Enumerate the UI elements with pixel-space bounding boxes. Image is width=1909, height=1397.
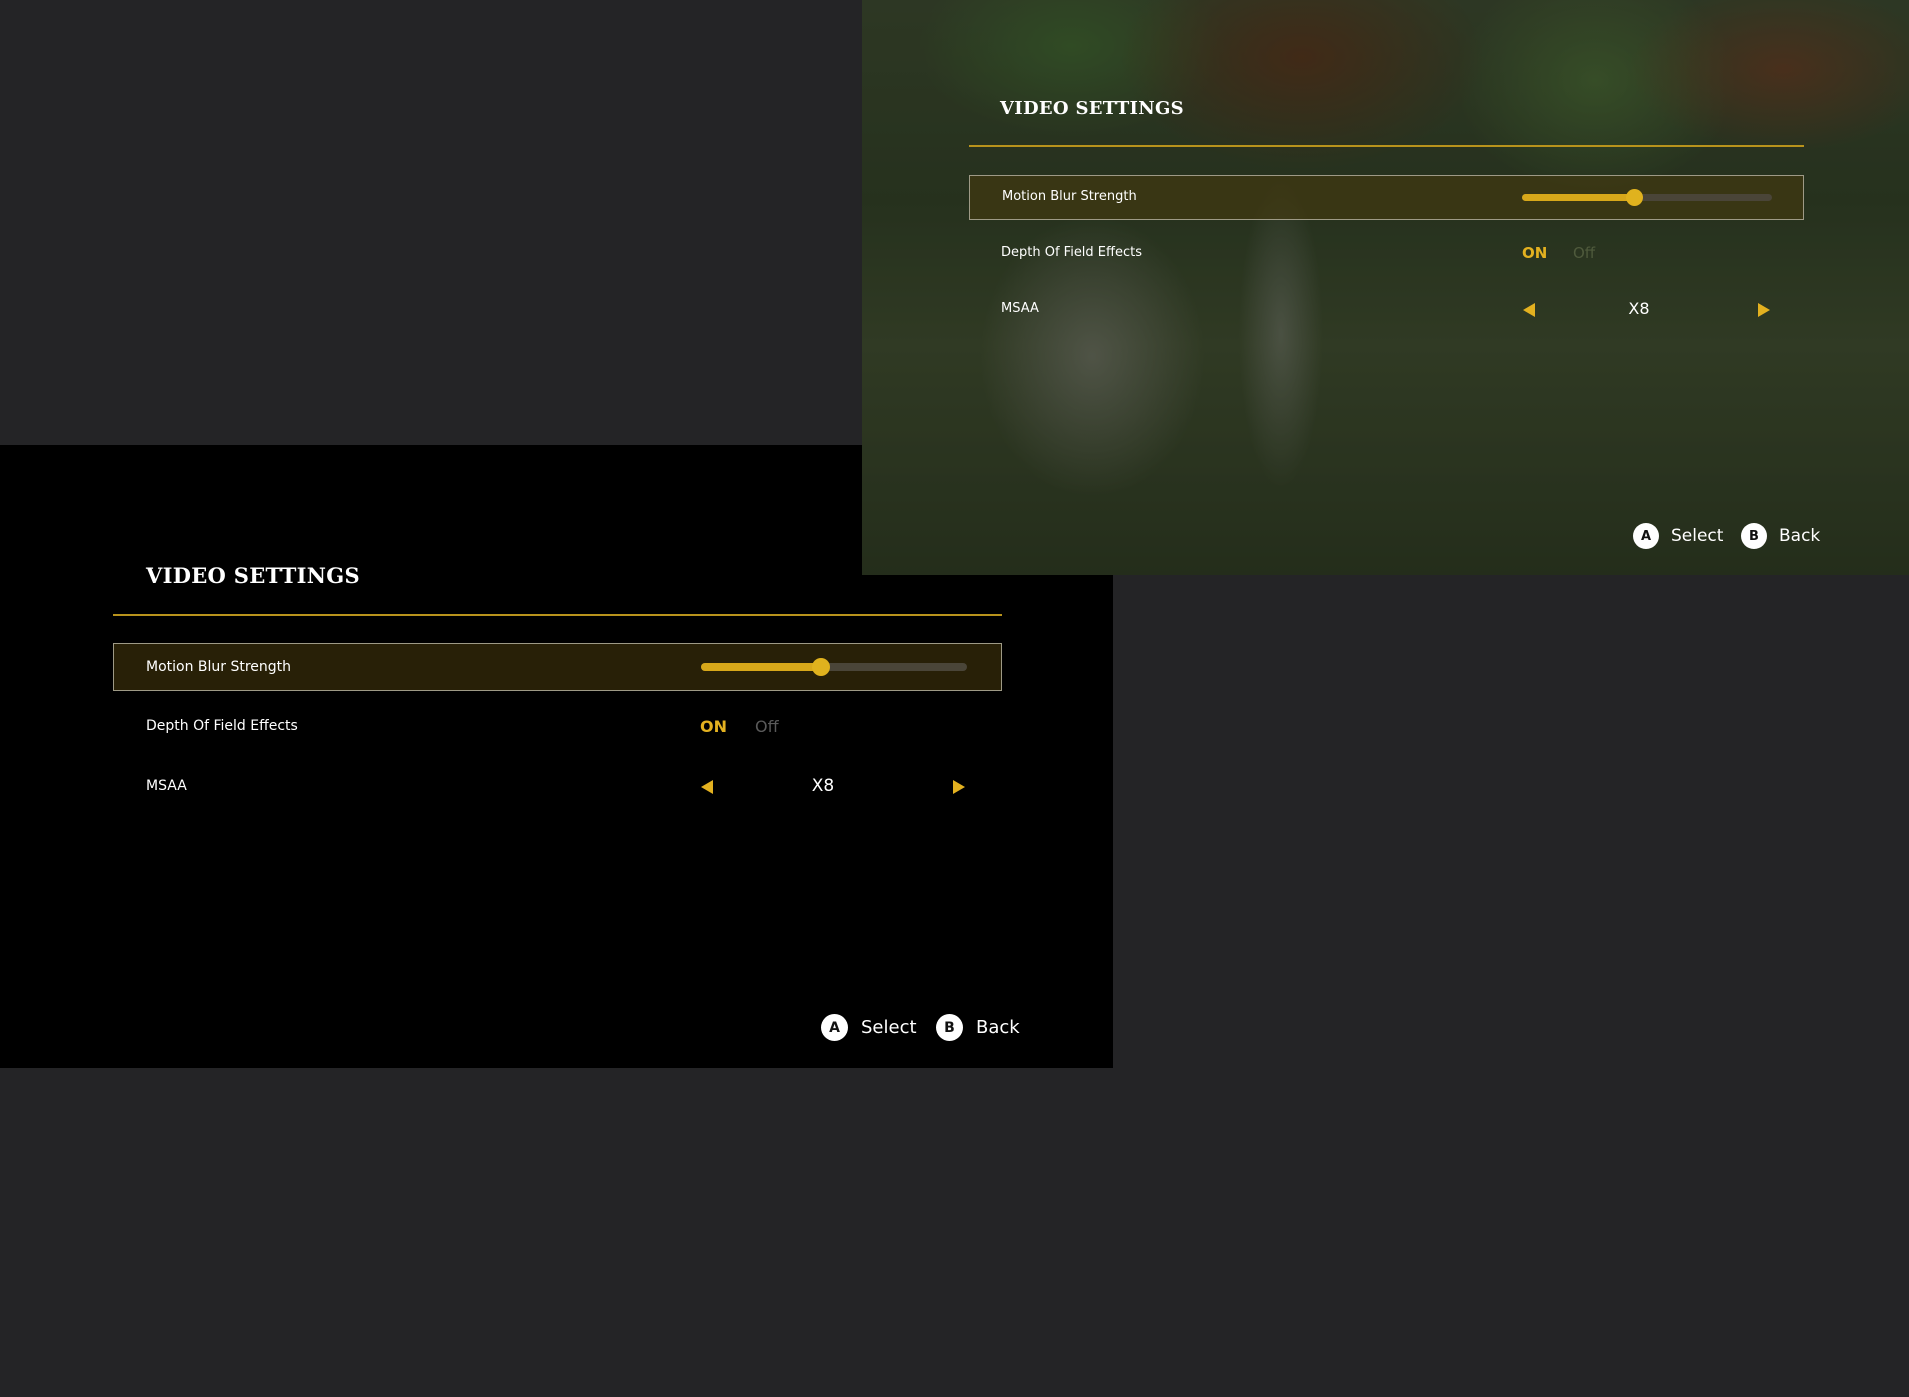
chevron-left-icon[interactable] <box>1523 303 1535 317</box>
msaa-value: X8 <box>811 776 835 796</box>
toggle-on-option[interactable]: ON <box>1522 244 1547 262</box>
msaa-value: X8 <box>1628 299 1650 318</box>
slider-handle[interactable] <box>1626 189 1643 206</box>
setting-label: Depth Of Field Effects <box>1001 245 1142 260</box>
setting-label: MSAA <box>1001 301 1039 316</box>
select-hint[interactable]: A Select <box>1633 523 1723 549</box>
slider-fill <box>701 663 821 671</box>
setting-label: MSAA <box>146 778 187 794</box>
back-hint[interactable]: B Back <box>1741 523 1820 549</box>
select-hint[interactable]: A Select <box>821 1014 917 1041</box>
setting-row-msaa[interactable]: MSAA X8 <box>113 763 1002 811</box>
toggle-off-option[interactable]: Off <box>755 717 779 736</box>
chevron-right-icon[interactable] <box>1758 303 1770 317</box>
title-divider <box>969 145 1804 147</box>
chevron-right-icon[interactable] <box>953 780 965 794</box>
hint-label: Select <box>1671 526 1724 546</box>
slider-handle[interactable] <box>811 658 830 676</box>
toggle-on-option[interactable]: ON <box>700 717 727 736</box>
setting-row-depth-of-field[interactable]: Depth Of Field Effects ON Off <box>969 231 1804 276</box>
page-title: VIDEO SETTINGS <box>1000 98 1184 119</box>
setting-label: Depth Of Field Effects <box>146 718 298 734</box>
hint-label: Back <box>1779 526 1821 546</box>
hint-label: Select <box>861 1017 917 1038</box>
setting-row-depth-of-field[interactable]: Depth Of Field Effects ON Off <box>113 703 1002 751</box>
video-settings-panel-scene: VIDEO SETTINGS Motion Blur Strength Dept… <box>862 0 1909 575</box>
setting-label: Motion Blur Strength <box>146 659 292 675</box>
toggle-off-option[interactable]: Off <box>1573 244 1595 262</box>
b-button-icon: B <box>936 1014 963 1041</box>
chevron-left-icon[interactable] <box>701 780 713 794</box>
page-title: VIDEO SETTINGS <box>146 563 360 588</box>
hint-label: Back <box>976 1017 1020 1038</box>
a-button-icon: A <box>1633 523 1659 549</box>
setting-row-motion-blur[interactable]: Motion Blur Strength <box>113 643 1002 691</box>
a-button-icon: A <box>821 1014 848 1041</box>
back-hint[interactable]: B Back <box>936 1014 1020 1041</box>
title-divider <box>113 614 1002 616</box>
motion-blur-slider[interactable] <box>701 658 967 676</box>
setting-label: Motion Blur Strength <box>1002 189 1137 204</box>
slider-fill <box>1522 194 1635 201</box>
b-button-icon: B <box>1741 523 1767 549</box>
motion-blur-slider[interactable] <box>1522 189 1772 206</box>
setting-row-msaa[interactable]: MSAA X8 <box>969 287 1804 332</box>
setting-row-motion-blur[interactable]: Motion Blur Strength <box>969 175 1804 220</box>
